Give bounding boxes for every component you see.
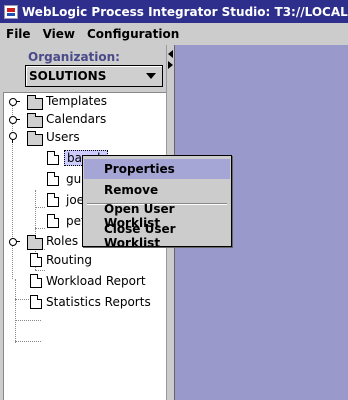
tree-node-templates[interactable]: Templates — [4, 93, 164, 111]
tree-label-routing: Routing — [46, 253, 93, 267]
collapse-left-icon[interactable] — [168, 50, 173, 58]
title-bar[interactable]: WebLogic Process Integrator Studio: T3:/… — [0, 0, 348, 23]
tree-label-roles: Roles — [46, 234, 79, 248]
chevron-down-icon — [146, 73, 156, 79]
menu-view[interactable]: View — [43, 27, 75, 41]
document-icon — [47, 172, 59, 186]
document-icon — [30, 295, 42, 309]
expand-right-icon[interactable] — [168, 61, 173, 69]
expand-toggle-icon[interactable] — [9, 115, 20, 124]
tree-node-routing[interactable]: Routing — [4, 252, 164, 270]
menu-item-properties[interactable]: Properties — [84, 159, 230, 179]
expand-toggle-icon[interactable] — [9, 97, 20, 106]
folder-icon — [27, 95, 43, 110]
tree-label-workload-report: Workload Report — [46, 274, 146, 288]
menu-item-remove[interactable]: Remove — [84, 180, 230, 200]
menu-file[interactable]: File — [6, 27, 31, 41]
app-icon — [4, 4, 18, 19]
tree-node-users[interactable]: Users — [4, 129, 164, 147]
document-icon — [30, 274, 42, 288]
document-icon — [30, 253, 42, 267]
folder-icon — [27, 235, 43, 250]
collapse-toggle-icon[interactable] — [9, 131, 20, 143]
menu-bar: File View Configuration — [0, 23, 348, 45]
window-title: WebLogic Process Integrator Studio: T3:/… — [22, 4, 348, 19]
menu-configuration[interactable]: Configuration — [87, 27, 179, 41]
tree-node-workload-report[interactable]: Workload Report — [4, 273, 164, 291]
tree-node-calendars[interactable]: Calendars — [4, 111, 164, 129]
tree-label-templates: Templates — [46, 94, 108, 108]
document-icon — [47, 193, 59, 207]
organization-dropdown[interactable]: SOLUTIONS — [25, 65, 163, 87]
menu-item-close-user-worklist[interactable]: Close User Worklist — [84, 222, 230, 250]
tree-label-calendars: Calendars — [46, 112, 107, 126]
context-menu: Properties Remove Open User Worklist Clo… — [82, 155, 232, 250]
document-icon — [47, 214, 59, 228]
tree-label-statistics-reports: Statistics Reports — [46, 295, 151, 309]
organization-selected: SOLUTIONS — [29, 69, 107, 83]
organization-label: Organization: — [28, 50, 120, 64]
folder-icon — [27, 113, 43, 128]
tree-connector — [15, 320, 41, 321]
tree-connector — [35, 270, 45, 271]
expand-toggle-icon[interactable] — [9, 237, 20, 246]
tree-connector — [15, 341, 41, 342]
folder-icon — [27, 131, 43, 146]
document-icon — [47, 151, 59, 165]
tree-label-users: Users — [46, 130, 80, 144]
tree-node-statistics-reports[interactable]: Statistics Reports — [4, 294, 164, 312]
